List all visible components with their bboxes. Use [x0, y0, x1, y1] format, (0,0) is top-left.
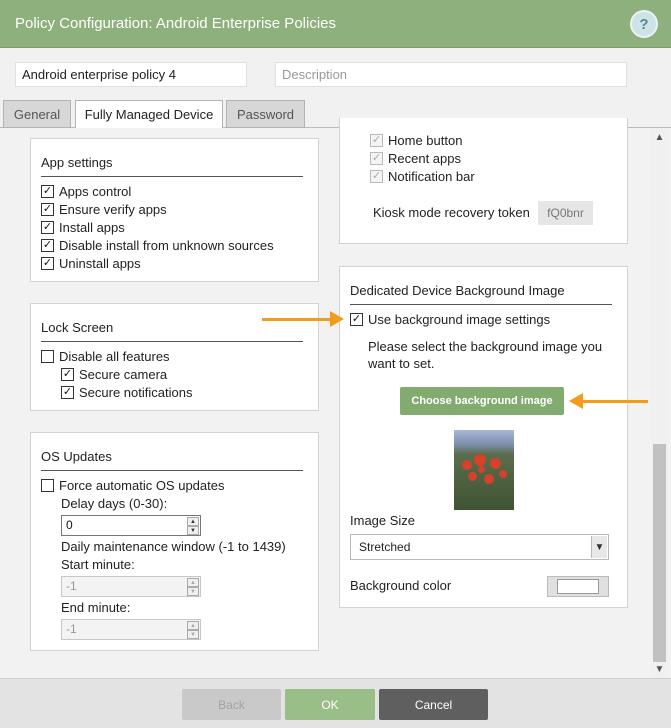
- checkbox-checked-icon[interactable]: ✓: [41, 185, 54, 198]
- checkbox-home-button: ✓ Home button: [370, 133, 463, 148]
- maintenance-window-label: Daily maintenance window (-1 to 1439): [61, 539, 286, 554]
- annotation-arrowhead-right-icon: [330, 311, 344, 327]
- scroll-up-icon[interactable]: ▲: [651, 130, 668, 144]
- recovery-token-value: fQ0bnr: [538, 201, 593, 225]
- cancel-button[interactable]: Cancel: [379, 689, 488, 720]
- start-minute-stepper: -1 ▲ ▼: [61, 576, 201, 597]
- checkbox-ensure-verify-apps[interactable]: ✓ Ensure verify apps: [41, 202, 167, 217]
- checkbox-disable-all-features[interactable]: Disable all features: [41, 349, 170, 364]
- checkbox-recent-apps: ✓ Recent apps: [370, 151, 461, 166]
- checkbox-checked-icon[interactable]: ✓: [41, 203, 54, 216]
- start-minute-value: -1: [66, 579, 77, 593]
- scrollbar-thumb[interactable]: [653, 444, 666, 662]
- policy-name-input[interactable]: [15, 62, 247, 87]
- os-updates-title: OS Updates: [41, 449, 303, 471]
- back-button[interactable]: Back: [182, 689, 281, 720]
- image-size-select[interactable]: Stretched ▼: [350, 534, 609, 560]
- checkbox-checked-icon[interactable]: ✓: [61, 368, 74, 381]
- choose-background-image-button[interactable]: Choose background image: [400, 387, 564, 415]
- tab-general[interactable]: General: [3, 100, 71, 128]
- end-minute-value: -1: [66, 622, 77, 636]
- chevron-down-icon[interactable]: ▼: [591, 536, 607, 558]
- checkbox-install-apps[interactable]: ✓ Install apps: [41, 220, 125, 235]
- checkbox-disable-unknown-sources[interactable]: ✓ Disable install from unknown sources: [41, 238, 274, 253]
- background-instruction-text: Please select the background image you w…: [368, 339, 603, 371]
- dialog-titlebar: Policy Configuration: Android Enterprise…: [0, 0, 671, 48]
- delay-days-value: 0: [66, 518, 73, 532]
- lock-screen-title: Lock Screen: [41, 320, 303, 342]
- stepper-up-icon: ▲: [187, 578, 199, 587]
- image-size-label: Image Size: [350, 513, 416, 528]
- start-minute-label: Start minute:: [61, 557, 135, 572]
- checkbox-uninstall-apps[interactable]: ✓ Uninstall apps: [41, 256, 141, 271]
- background-color-label: Background color: [350, 578, 452, 593]
- checkbox-checked-icon[interactable]: ✓: [61, 386, 74, 399]
- background-image-title: Dedicated Device Background Image: [350, 283, 612, 305]
- checkbox-checked-icon: ✓: [370, 134, 383, 147]
- recovery-token-label: Kiosk mode recovery token: [373, 205, 530, 220]
- checkbox-checked-icon: ✓: [370, 170, 383, 183]
- annotation-arrow-left-icon: [582, 400, 648, 403]
- checkbox-force-os-updates[interactable]: Force automatic OS updates: [41, 478, 224, 493]
- checkbox-use-background-image[interactable]: ✓ Use background image settings: [350, 312, 550, 327]
- delay-days-label: Delay days (0-30):: [61, 496, 168, 511]
- checkbox-unchecked-icon[interactable]: [41, 479, 54, 492]
- content-scrollbar[interactable]: ▲ ▼: [651, 128, 668, 678]
- end-minute-stepper: -1 ▲ ▼: [61, 619, 201, 640]
- tab-fully-managed-device[interactable]: Fully Managed Device: [75, 100, 223, 129]
- image-size-value: Stretched: [359, 540, 411, 554]
- background-color-swatch: [557, 579, 599, 594]
- background-image-preview: [454, 430, 514, 510]
- scroll-down-icon[interactable]: ▼: [651, 662, 668, 676]
- checkbox-checked-icon: ✓: [370, 152, 383, 165]
- stepper-down-icon: ▼: [187, 587, 199, 596]
- background-color-picker[interactable]: [547, 576, 609, 597]
- stepper-up-icon: ▲: [187, 621, 199, 630]
- annotation-arrowhead-left-icon: [569, 393, 583, 409]
- app-settings-title: App settings: [41, 155, 303, 177]
- ok-button[interactable]: OK: [285, 689, 375, 720]
- stepper-down-icon: ▼: [187, 630, 199, 639]
- checkbox-unchecked-icon[interactable]: [41, 350, 54, 363]
- annotation-arrow-right-icon: [262, 318, 332, 321]
- checkbox-secure-notifications[interactable]: ✓ Secure notifications: [61, 385, 192, 400]
- policy-description-input[interactable]: [275, 62, 627, 87]
- checkbox-checked-icon[interactable]: ✓: [41, 257, 54, 270]
- tab-password[interactable]: Password: [226, 100, 305, 128]
- checkbox-checked-icon[interactable]: ✓: [41, 239, 54, 252]
- delay-days-stepper[interactable]: 0 ▲ ▼: [61, 515, 201, 536]
- stepper-up-icon[interactable]: ▲: [187, 517, 199, 526]
- checkbox-checked-icon[interactable]: ✓: [350, 313, 363, 326]
- end-minute-label: End minute:: [61, 600, 131, 615]
- checkbox-apps-control[interactable]: ✓ Apps control: [41, 184, 131, 199]
- stepper-down-icon[interactable]: ▼: [187, 526, 199, 535]
- dialog-title: Policy Configuration: Android Enterprise…: [15, 15, 336, 32]
- help-icon[interactable]: ?: [630, 10, 658, 38]
- checkbox-secure-camera[interactable]: ✓ Secure camera: [61, 367, 167, 382]
- checkbox-notification-bar: ✓ Notification bar: [370, 169, 475, 184]
- checkbox-checked-icon[interactable]: ✓: [41, 221, 54, 234]
